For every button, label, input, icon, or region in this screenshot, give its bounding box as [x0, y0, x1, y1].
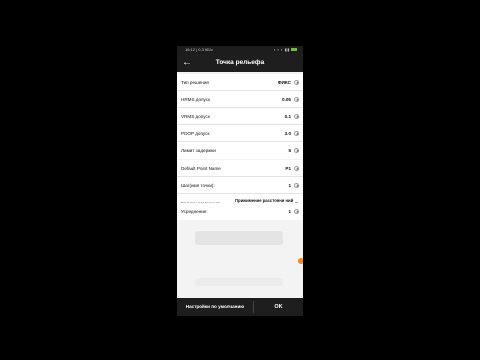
app-header: ← Точка рельефа	[177, 54, 303, 72]
page-title: Точка рельефа	[215, 59, 265, 66]
setting-value: 1	[288, 183, 291, 188]
chevron-right-icon	[294, 209, 299, 214]
status-bar: 16:12 | 0,3 КБ/с ▪ ▪ ▪ ▮▮	[177, 46, 303, 54]
setting-delay-limit[interactable]: Лимит задержки 5	[177, 142, 303, 159]
setting-value: ФИКС	[277, 80, 291, 85]
settings-group-solution: Тип решения ФИКС HRMS допуск 0.05 VRMS д…	[177, 74, 303, 159]
bottom-action-bar: Настройки по умолчанию OK	[177, 298, 303, 316]
setting-label: VRMS допуск	[181, 114, 210, 119]
setting-label: Default Point Name	[181, 166, 221, 171]
setting-value: 0.1	[284, 114, 291, 119]
chevron-right-icon	[294, 114, 299, 119]
setting-label: Шаг(имя точки):	[181, 183, 215, 188]
setting-label: HRMS допуск	[181, 97, 211, 102]
setting-point-step[interactable]: Шаг(имя точки): 1	[177, 177, 303, 194]
signal-icons: ▪ ▪ ▪ ▮▮	[274, 47, 290, 52]
setting-default-point-name[interactable]: Default Point Name P1	[177, 160, 303, 177]
setting-label: Тип решения	[181, 80, 209, 85]
chevron-right-icon	[294, 131, 299, 136]
setting-hrms[interactable]: HRMS допуск 0.05	[177, 91, 303, 108]
setting-value: 5	[288, 148, 291, 153]
phone-screen: 16:12 | 0,3 КБ/с ▪ ▪ ▪ ▮▮ ← Точка рельеф…	[177, 46, 303, 316]
setting-vrms[interactable]: VRMS допуск 0.1	[177, 108, 303, 125]
chevron-right-icon	[294, 166, 299, 171]
battery-icon	[291, 48, 297, 52]
setting-value: 3.0	[284, 131, 291, 136]
background-placeholder	[195, 231, 283, 245]
chevron-right-icon	[294, 148, 299, 153]
ok-button[interactable]: OK	[254, 298, 303, 316]
setting-label: Усреднение:	[181, 209, 208, 214]
settings-group-averaging: Усреднение: 1	[177, 203, 303, 220]
background-placeholder	[195, 278, 283, 286]
setting-value: 1	[288, 209, 291, 214]
setting-label: Лимит задержки	[181, 148, 216, 153]
status-icons: ▪ ▪ ▪ ▮▮	[274, 46, 297, 54]
setting-pdop[interactable]: PDOP допуск 3.0	[177, 125, 303, 142]
setting-solution-type[interactable]: Тип решения ФИКС	[177, 74, 303, 91]
setting-averaging[interactable]: Усреднение: 1	[177, 203, 303, 220]
chevron-right-icon	[294, 97, 299, 102]
chevron-right-icon	[294, 183, 299, 188]
setting-value: P1	[285, 166, 291, 171]
setting-value: 0.05	[282, 97, 291, 102]
reset-defaults-button[interactable]: Настройки по умолчанию	[177, 298, 253, 316]
status-time: 16:12 | 0,3 КБ/с	[185, 47, 214, 52]
floating-handle-icon[interactable]	[298, 258, 303, 264]
chevron-right-icon	[294, 80, 299, 85]
setting-label: PDOP допуск	[181, 131, 210, 136]
